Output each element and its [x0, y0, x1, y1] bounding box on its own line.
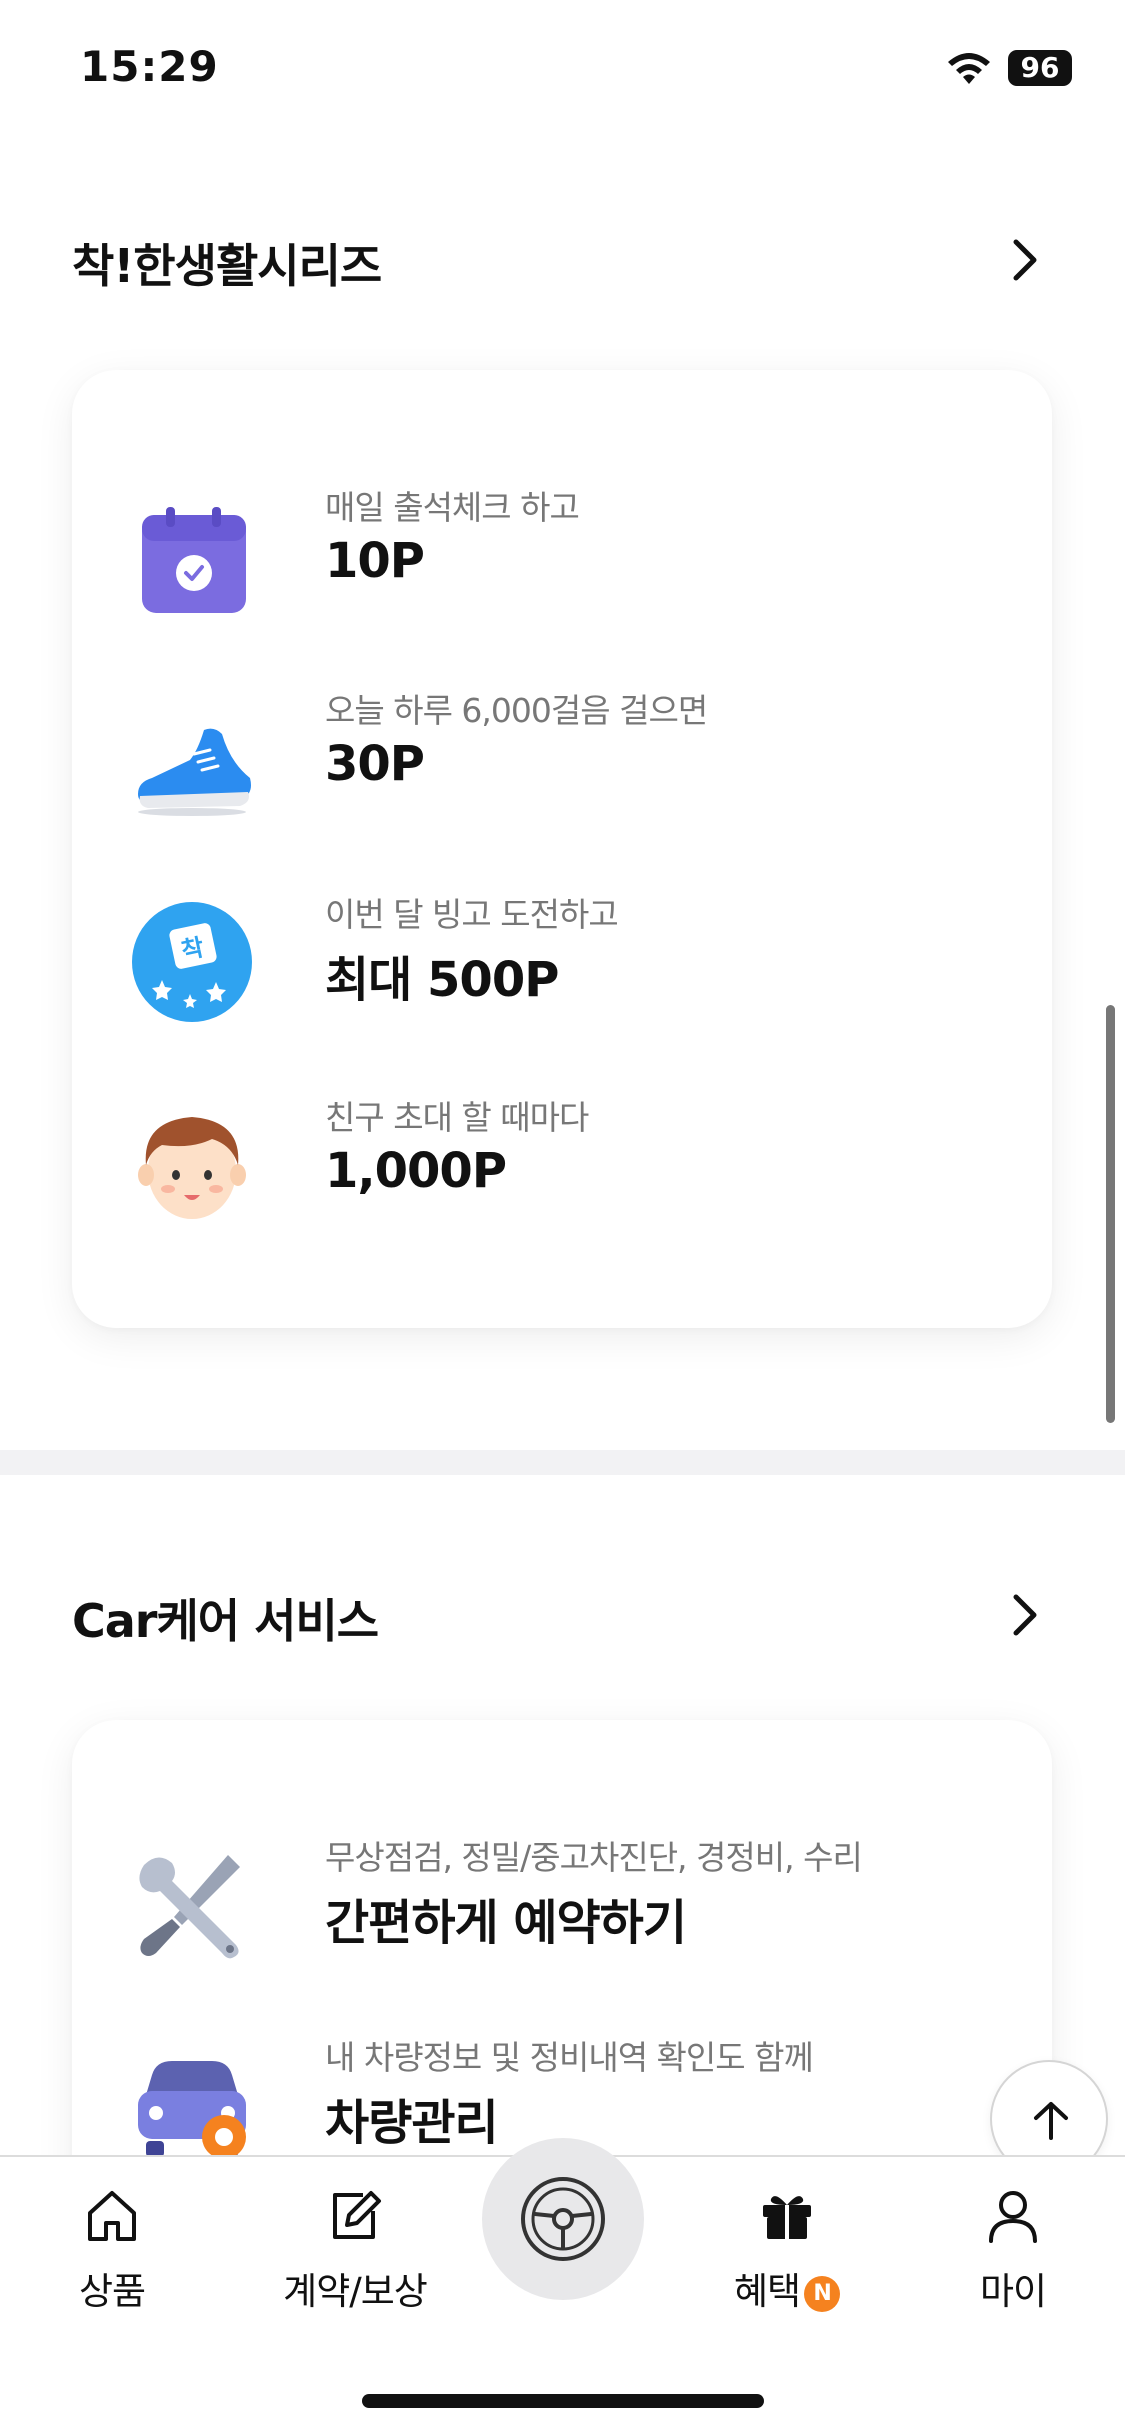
good-life-series-section: 착!한생활시리즈 매일 출석체크 하고 10P 오늘 하루 6,000걸음 걸으…	[0, 130, 1125, 1450]
item-title: 최대 500P	[325, 952, 559, 1008]
friend-face-icon	[138, 1117, 246, 1219]
chevron-right-icon[interactable]	[996, 232, 1052, 288]
calendar-check-icon	[142, 507, 246, 613]
section-title: Car케어 서비스	[72, 1594, 379, 1648]
arrow-up-icon	[1034, 2102, 1068, 2140]
section-header[interactable]: 착!한생활시리즈	[72, 220, 1052, 300]
status-time: 15:29	[80, 42, 219, 91]
invite-friend-item[interactable]: 친구 초대 할 때마다 1,000P	[132, 1085, 1012, 1235]
tab-benefits[interactable]: 혜택 N	[702, 2187, 872, 2337]
item-subtitle: 이번 달 빙고 도전하고	[325, 895, 619, 934]
tab-contract-claims[interactable]: 계약/보상	[255, 2187, 455, 2337]
item-subtitle: 친구 초대 할 때마다	[325, 1098, 589, 1137]
screen: 15:29 96 착!한생활시리즈 매일 출석체크 하고 10P 오늘 하루 6…	[0, 0, 1125, 2436]
tab-label: 계약/보상	[283, 2270, 428, 2313]
steps-challenge-item[interactable]: 오늘 하루 6,000걸음 걸으면 30P	[132, 678, 1012, 828]
car-gear-icon	[138, 2061, 246, 2159]
wrench-screwdriver-icon	[139, 1855, 240, 1959]
chevron-right-icon[interactable]	[996, 1587, 1052, 1643]
item-title: 간편하게 예약하기	[325, 1895, 687, 1951]
center-drive-button[interactable]	[482, 2138, 644, 2300]
scroll-indicator[interactable]	[1106, 1005, 1115, 1423]
tab-label: 마이	[979, 2270, 1047, 2313]
home-icon	[88, 2191, 136, 2241]
item-subtitle: 무상점검, 정밀/중고차진단, 경정비, 수리	[325, 1838, 863, 1877]
bingo-badge-icon: 착	[132, 902, 252, 1022]
battery-indicator: 96	[1008, 50, 1072, 86]
new-badge: N	[804, 2275, 841, 2312]
tab-label: 혜택 N	[702, 2261, 872, 2315]
item-subtitle: 내 차량정보 및 정비내역 확인도 함께	[325, 2038, 814, 2077]
home-indicator	[362, 2394, 764, 2408]
good-life-card: 매일 출석체크 하고 10P 오늘 하루 6,000걸음 걸으면 30P 착 이…	[72, 370, 1052, 1328]
person-icon	[989, 2191, 1037, 2243]
item-title: 1,000P	[325, 1143, 507, 1199]
repair-booking-item[interactable]: 무상점검, 정밀/중고차진단, 경정비, 수리 간편하게 예약하기	[132, 1825, 1012, 1975]
item-title: 30P	[325, 736, 425, 792]
gift-icon	[763, 2196, 811, 2239]
steering-wheel-icon	[521, 2177, 605, 2261]
bingo-challenge-item[interactable]: 착 이번 달 빙고 도전하고 최대 500P	[132, 882, 1012, 1032]
item-subtitle: 매일 출석체크 하고	[325, 488, 580, 527]
section-title: 착!한생활시리즈	[72, 239, 382, 293]
tab-label: 상품	[78, 2270, 146, 2313]
status-bar: 15:29 96	[0, 0, 1125, 130]
section-header[interactable]: Car케어 서비스	[72, 1575, 1052, 1655]
section-divider	[0, 1450, 1125, 1475]
tab-products[interactable]: 상품	[27, 2187, 197, 2337]
item-title: 차량관리	[325, 2095, 499, 2151]
item-subtitle: 오늘 하루 6,000걸음 걸으면	[325, 691, 708, 730]
item-title: 10P	[325, 533, 425, 589]
attendance-check-item[interactable]: 매일 출석체크 하고 10P	[132, 475, 1012, 625]
tab-my[interactable]: 마이	[928, 2187, 1098, 2337]
edit-icon	[333, 2191, 381, 2239]
sneaker-icon	[138, 728, 251, 816]
wifi-icon	[948, 53, 990, 84]
